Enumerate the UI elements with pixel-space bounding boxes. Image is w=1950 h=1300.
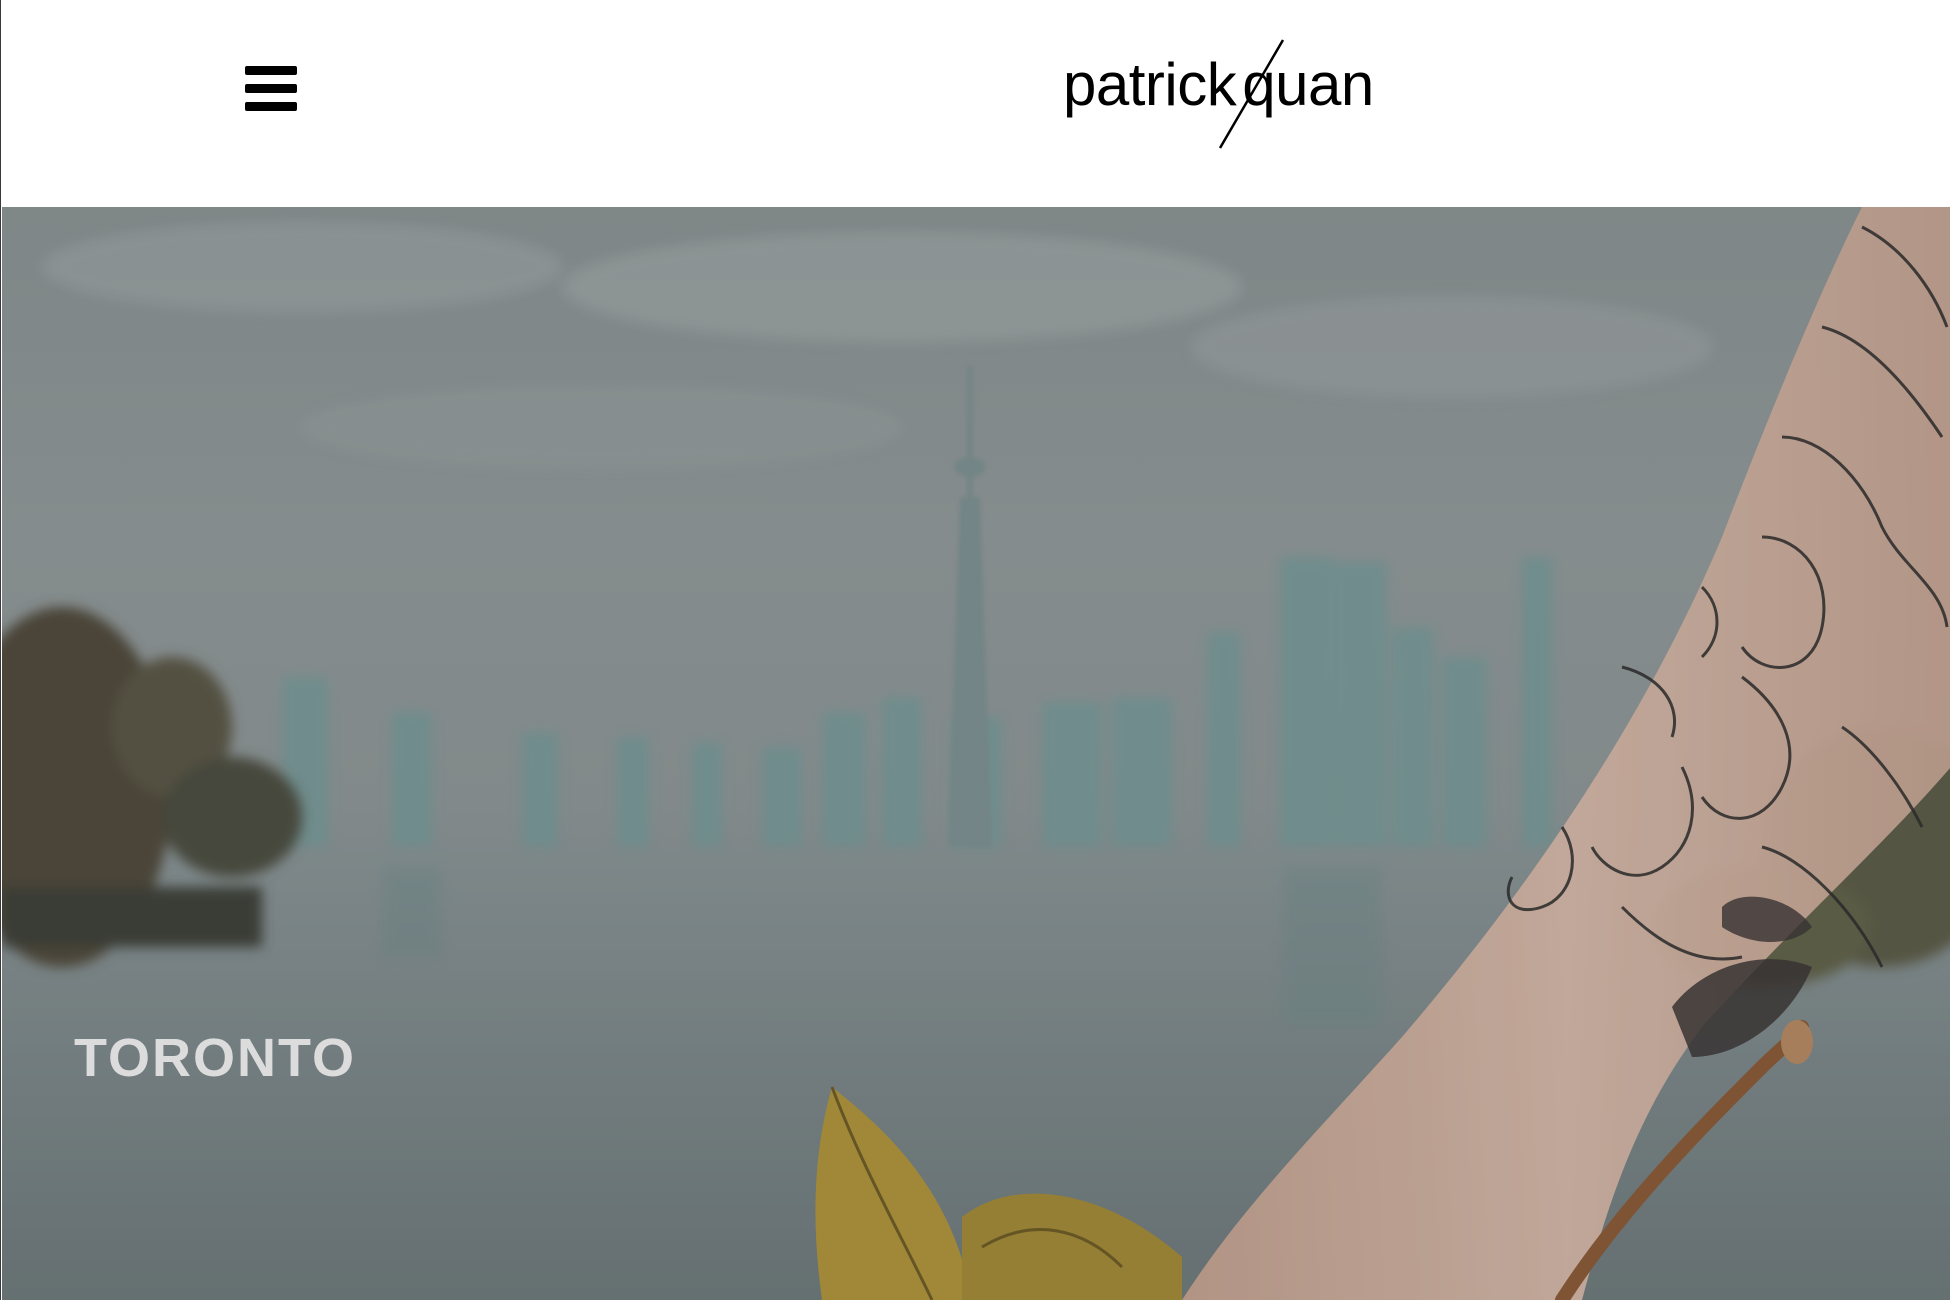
logo-text-first: patrick [1063, 51, 1237, 118]
hero-banner[interactable]: TORONTO [2, 207, 1950, 1300]
hero-overlay [2, 207, 1950, 1300]
hero-title: TORONTO [74, 1028, 357, 1088]
logo-text: patrick quan [1063, 50, 1374, 119]
hamburger-icon [245, 66, 299, 111]
page: patrick quan TORONTO [0, 0, 1950, 1300]
logo-text-second: quan [1242, 51, 1374, 118]
site-logo[interactable]: patrick quan [1063, 36, 1393, 152]
site-header: patrick quan [1, 0, 1950, 207]
menu-button[interactable] [245, 66, 299, 114]
